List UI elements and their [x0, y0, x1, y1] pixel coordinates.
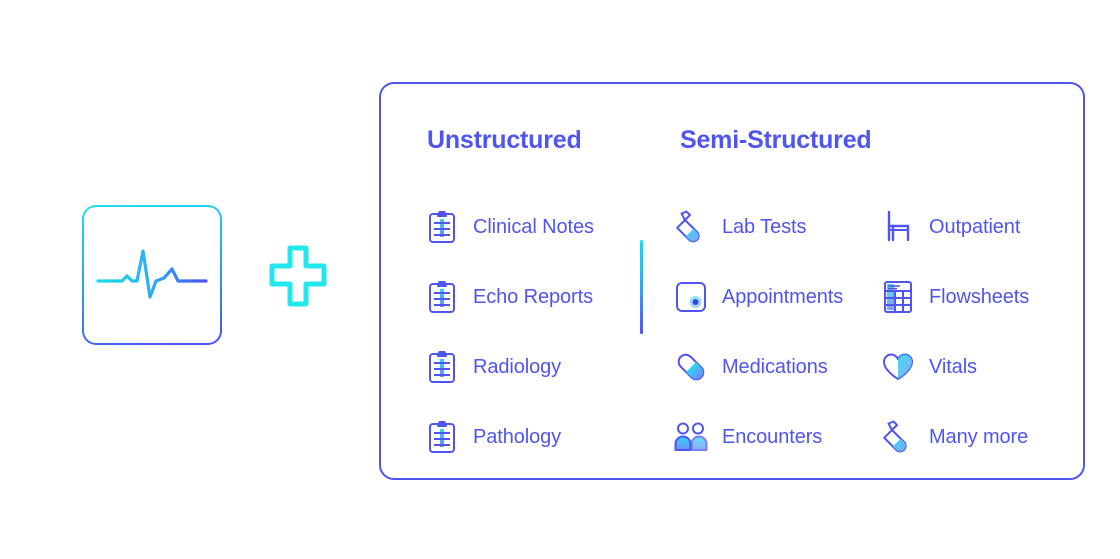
- list-item-label: Lab Tests: [722, 215, 807, 238]
- column-semi-structured-left: Lab Tests Appointments Medications Encou…: [674, 192, 874, 472]
- list-item-label: Radiology: [473, 355, 562, 378]
- list-item[interactable]: Appointments: [674, 262, 874, 332]
- chair-icon: [881, 207, 915, 247]
- list-item-label: Encounters: [722, 425, 823, 448]
- list-item[interactable]: Radiology: [425, 332, 630, 402]
- clipboard-icon: [425, 207, 459, 247]
- list-item[interactable]: Many more: [881, 402, 1071, 472]
- test-tube-icon: [881, 417, 915, 457]
- column-semi-structured-right: Outpatient Flowsheets Vitals Many more: [881, 192, 1071, 472]
- list-item[interactable]: Echo Reports: [425, 262, 630, 332]
- clipboard-icon: [425, 347, 459, 387]
- heart-icon: [881, 347, 915, 387]
- calendar-dot-icon: [674, 277, 708, 317]
- column-divider: [640, 240, 643, 334]
- list-item-label: Clinical Notes: [473, 215, 594, 238]
- data-types-panel: Unstructured Semi-Structured Clinical No…: [379, 82, 1085, 480]
- list-item[interactable]: Medications: [674, 332, 874, 402]
- list-item-label: Vitals: [929, 355, 977, 378]
- ecg-card-inner: [84, 207, 220, 343]
- plus-icon: [268, 244, 328, 308]
- list-item-label: Outpatient: [929, 215, 1021, 238]
- list-item-label: Medications: [722, 355, 828, 378]
- heading-unstructured: Unstructured: [427, 126, 582, 154]
- list-item[interactable]: Flowsheets: [881, 262, 1071, 332]
- list-item-label: Echo Reports: [473, 285, 593, 308]
- ecg-card: [82, 205, 222, 345]
- list-item[interactable]: Pathology: [425, 402, 630, 472]
- pill-capsule-icon: [674, 347, 708, 387]
- list-item-label: Flowsheets: [929, 285, 1030, 308]
- clipboard-icon: [425, 417, 459, 457]
- list-item[interactable]: Outpatient: [881, 192, 1071, 262]
- people-icon: [674, 417, 708, 457]
- test-tube-icon: [674, 207, 708, 247]
- list-item-label: Pathology: [473, 425, 562, 448]
- heading-semi-structured: Semi-Structured: [680, 126, 872, 154]
- list-item[interactable]: Lab Tests: [674, 192, 874, 262]
- list-item-label: Appointments: [722, 285, 844, 308]
- table-grid-icon: [881, 277, 915, 317]
- clipboard-icon: [425, 277, 459, 317]
- list-item[interactable]: Clinical Notes: [425, 192, 630, 262]
- list-item[interactable]: Encounters: [674, 402, 874, 472]
- column-unstructured: Clinical Notes Echo Reports Radiology Pa…: [425, 192, 630, 472]
- diagram-canvas: Unstructured Semi-Structured Clinical No…: [0, 0, 1120, 559]
- list-item[interactable]: Vitals: [881, 332, 1071, 402]
- ecg-waveform-icon: [96, 245, 208, 305]
- list-item-label: Many more: [929, 425, 1029, 448]
